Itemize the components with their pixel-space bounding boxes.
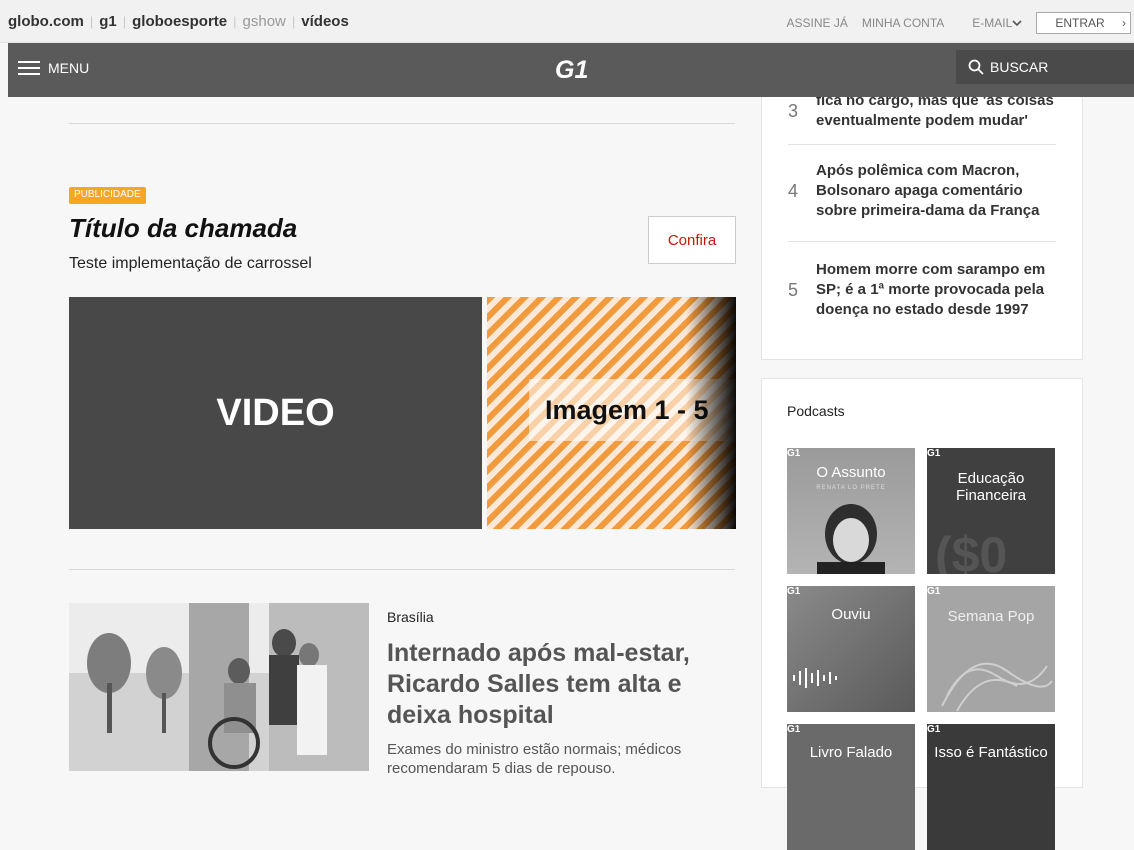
- link-globoesporte[interactable]: globoesporte: [132, 13, 227, 30]
- ad-subtitle: Teste implementação de carrossel: [69, 255, 312, 272]
- separator: |: [291, 14, 296, 29]
- g1-mini-logo: G1: [927, 724, 941, 735]
- chevron-right-icon: ›: [1122, 16, 1126, 30]
- minha-conta-link[interactable]: MINHA CONTA: [862, 16, 944, 30]
- news-headline[interactable]: Internado após mal-estar, Ricardo Salles…: [387, 638, 737, 731]
- most-read-item[interactable]: 4 Após polêmica com Macron, Bolsonaro ap…: [788, 161, 1056, 221]
- sound-wave-icon: [793, 668, 837, 688]
- money-symbol-icon: ($0: [935, 527, 1008, 574]
- most-read-headline: fica no cargo, mas que 'as coisas eventu…: [816, 97, 1054, 129]
- most-read-box: 3 fica no cargo, mas que 'as coisas even…: [761, 97, 1083, 360]
- g1-mini-logo: G1: [787, 724, 801, 735]
- fingerprint-illustration: [941, 662, 1053, 712]
- carousel-fade-edge: [686, 297, 736, 529]
- entrar-button[interactable]: ENTRAR ›: [1036, 12, 1131, 34]
- g1-header: MENU G1 BUSCAR: [8, 43, 1134, 97]
- globo-top-bar: globo.com | g1 | globoesporte | gshow | …: [0, 0, 1134, 43]
- hamburger-icon: [18, 60, 40, 76]
- podcast-host: RENATA LO PRETE: [816, 485, 886, 491]
- email-label: E-MAIL: [972, 16, 1013, 30]
- podcast-name: Isso é Fantástico: [934, 744, 1048, 761]
- podcast-tile-o-assunto[interactable]: G1 O Assunto RENATA LO PRETE: [787, 448, 915, 574]
- link-g1[interactable]: g1: [99, 13, 117, 30]
- search-label: BUSCAR: [990, 59, 1049, 75]
- podcast-tile-semana-pop[interactable]: G1 Semana Pop: [927, 586, 1055, 712]
- search-button[interactable]: BUSCAR: [956, 50, 1134, 84]
- most-read-number: 3: [788, 100, 799, 121]
- separator: |: [89, 14, 94, 29]
- g1-mini-logo: G1: [787, 586, 801, 597]
- g1-logo[interactable]: G1: [555, 56, 591, 82]
- divider: [788, 144, 1056, 145]
- email-dropdown[interactable]: E-MAIL: [958, 16, 1022, 30]
- assine-link[interactable]: ASSINE JÁ: [786, 16, 847, 30]
- podcast-name: O Assunto: [816, 464, 886, 481]
- divider: [69, 569, 735, 570]
- divider: [788, 241, 1056, 242]
- news-category[interactable]: Brasília: [387, 609, 434, 625]
- separator: |: [233, 14, 237, 29]
- menu-button[interactable]: MENU: [18, 60, 89, 76]
- podcasts-box: Podcasts G1 O Assunto RENATA LO PRETE G1…: [761, 378, 1083, 850]
- podcast-tile-ouviu[interactable]: G1 Ouviu: [787, 586, 915, 712]
- search-icon: [968, 59, 984, 75]
- podcasts-title: Podcasts: [787, 403, 845, 419]
- publicidade-badge: PUBLICIDADE: [69, 187, 146, 204]
- podcast-tile-livro-falado[interactable]: G1 Livro Falado: [787, 724, 915, 850]
- confira-button[interactable]: Confira: [648, 216, 736, 264]
- link-globo-com[interactable]: globo.com: [8, 13, 84, 30]
- most-read-headline: Homem morre com sarampo em SP; é a 1ª mo…: [816, 261, 1046, 318]
- podcast-name: Educação Financeira: [955, 470, 1027, 504]
- link-videos[interactable]: vídeos: [301, 13, 349, 30]
- divider: [69, 123, 735, 124]
- separator: |: [122, 14, 127, 29]
- most-read-item[interactable]: 5 Homem morre com sarampo em SP; é a 1ª …: [788, 260, 1056, 320]
- account-links: ASSINE JÁ MINHA CONTA E-MAIL ENTRAR ›: [772, 12, 1131, 34]
- video-label: VIDEO: [216, 391, 335, 434]
- most-read-number: 5: [788, 279, 799, 300]
- news-photo[interactable]: [69, 603, 369, 771]
- podcast-tile-educacao-financeira[interactable]: G1 Educação Financeira ($0: [927, 448, 1055, 574]
- news-summary: Exames do ministro estão normais; médico…: [387, 741, 682, 777]
- most-read-headline: Após polêmica com Macron, Bolsonaro apag…: [816, 162, 1040, 219]
- hospital-photo-illustration: [69, 603, 369, 771]
- globo-portal-links: globo.com | g1 | globoesporte | gshow | …: [8, 13, 349, 30]
- svg-text:G1: G1: [555, 56, 588, 82]
- carousel-image-slide[interactable]: Imagem 1 - 5: [487, 297, 736, 529]
- most-read-item[interactable]: 3 fica no cargo, mas que 'as coisas even…: [788, 97, 1056, 131]
- menu-label: MENU: [48, 60, 90, 76]
- podcast-tile-isso-e-fantastico[interactable]: G1 Isso é Fantástico: [927, 724, 1055, 850]
- carousel-video-slide[interactable]: VIDEO: [69, 297, 482, 529]
- link-gshow[interactable]: gshow: [243, 13, 286, 30]
- g1-mini-logo: G1: [927, 448, 941, 459]
- chevron-down-icon: [1012, 20, 1022, 27]
- entrar-label: ENTRAR: [1055, 16, 1105, 30]
- most-read-number: 4: [788, 180, 799, 201]
- podcast-name: Livro Falado: [809, 744, 893, 761]
- ad-title[interactable]: Título da chamada: [69, 213, 297, 244]
- podcast-name: Ouviu: [831, 606, 871, 623]
